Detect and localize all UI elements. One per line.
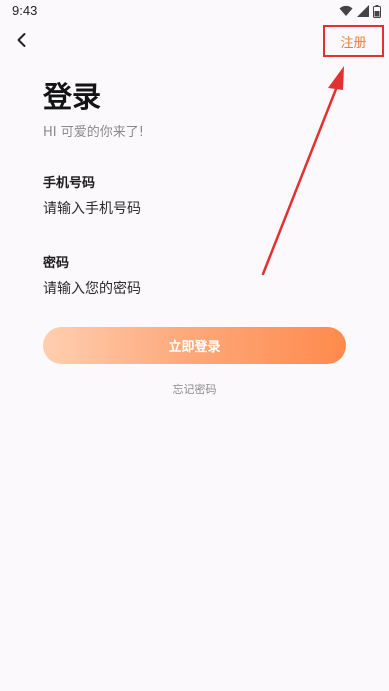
status-time: 9:43: [12, 3, 38, 18]
password-label: 密码: [43, 256, 70, 271]
cellular-signal-icon: [357, 5, 369, 17]
page-subtitle: HI 可爱的你来了!: [43, 125, 144, 140]
chevron-left-icon: [10, 33, 34, 56]
phone-input[interactable]: [43, 196, 343, 222]
register-button[interactable]: 注册: [323, 25, 384, 57]
password-input[interactable]: [43, 276, 343, 302]
login-button[interactable]: 立即登录: [43, 327, 346, 364]
phone-label: 手机号码: [43, 176, 96, 191]
back-button[interactable]: [10, 28, 34, 52]
status-icons: [339, 4, 381, 18]
wifi-icon: [339, 5, 353, 17]
forgot-password-link[interactable]: 忘记密码: [0, 381, 389, 397]
page-title: 登录: [43, 80, 102, 114]
battery-icon: [373, 4, 381, 18]
status-bar: 9:43: [0, 0, 389, 22]
